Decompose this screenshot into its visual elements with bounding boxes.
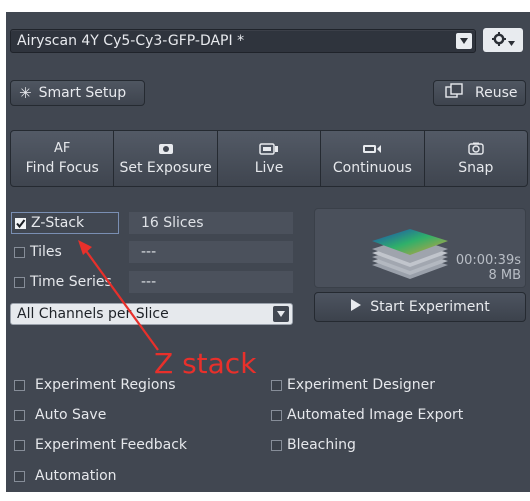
start-experiment-label: Start Experiment (370, 299, 490, 315)
continuous-label: Continuous (332, 159, 412, 176)
automated-image-export-label: Automated Image Export (287, 407, 464, 423)
checkbox-icon (271, 439, 282, 451)
checkbox-icon (271, 409, 282, 421)
annotation-label: Z stack (154, 347, 257, 380)
time-series-field[interactable]: --- (129, 271, 293, 293)
z-stack-slices-field[interactable]: 16 Slices (129, 212, 293, 234)
left-border (0, 0, 6, 501)
preview-size: 8 MB (488, 268, 521, 283)
reuse-label: Reuse (475, 85, 518, 101)
top-border (0, 0, 530, 12)
snap-label: Snap (458, 159, 494, 176)
automated-image-export-checkbox[interactable]: Automated Image Export (271, 404, 463, 426)
experiment-preview: 00:00:39s 8 MB (314, 208, 526, 288)
continuous-button[interactable]: Continuous (321, 131, 425, 186)
sparkle-icon: ✳ (19, 84, 32, 102)
experiment-profile-label: Airyscan 4Y Cy5-Cy3-GFP-DAPI * (17, 33, 245, 49)
reuse-button[interactable]: Reuse (433, 80, 526, 106)
checkbox-icon (14, 246, 25, 258)
checkbox-icon (14, 470, 25, 482)
experiment-designer-checkbox[interactable]: Experiment Designer (271, 374, 435, 396)
chevron-down-icon (456, 33, 472, 49)
bleaching-label: Bleaching (287, 437, 356, 453)
z-stack-layers-icon (370, 227, 450, 287)
channels-mode-label: All Channels per Slice (17, 306, 169, 322)
experiment-designer-label: Experiment Designer (287, 377, 436, 393)
live-button[interactable]: Live (218, 131, 322, 186)
tiles-checkbox[interactable]: Tiles (14, 241, 62, 263)
find-focus-label: Find Focus (25, 159, 99, 176)
camera-icon (158, 142, 174, 156)
play-icon (350, 299, 362, 315)
snap-icon (468, 142, 484, 156)
time-series-value: --- (141, 274, 157, 290)
chevron-down-icon (273, 306, 289, 322)
bleaching-checkbox[interactable]: Bleaching (271, 434, 356, 456)
auto-save-label: Auto Save (35, 407, 107, 423)
checkbox-icon (14, 276, 25, 288)
preview-duration: 00:00:39s (455, 253, 521, 268)
experiment-regions-checkbox[interactable]: Experiment Regions (14, 374, 176, 396)
set-exposure-button[interactable]: Set Exposure (114, 131, 218, 186)
automation-label: Automation (35, 468, 117, 484)
live-label: Live (254, 159, 284, 176)
z-stack-checkbox[interactable]: Z-Stack (11, 212, 119, 234)
settings-menu-button[interactable] (483, 28, 523, 52)
gear-icon (491, 31, 506, 50)
time-series-checkbox[interactable]: Time Series (14, 271, 112, 293)
tiles-value: --- (141, 244, 157, 260)
live-icon (259, 142, 279, 156)
set-exposure-label: Set Exposure (119, 159, 212, 176)
smart-setup-label: Smart Setup (38, 85, 127, 101)
z-stack-label: Z-Stack (31, 215, 85, 231)
bottom-border (0, 492, 530, 501)
smart-setup-button[interactable]: ✳ Smart Setup (10, 80, 145, 106)
auto-save-checkbox[interactable]: Auto Save (14, 404, 106, 426)
tiles-field[interactable]: --- (129, 241, 293, 263)
checkbox-icon (14, 439, 25, 451)
af-icon: AF (54, 141, 71, 156)
checkbox-icon (271, 379, 282, 391)
start-experiment-button[interactable]: Start Experiment (314, 292, 526, 322)
z-stack-slices-value: 16 Slices (141, 215, 204, 231)
automation-checkbox[interactable]: Automation (14, 465, 117, 487)
channels-mode-dropdown[interactable]: All Channels per Slice (10, 303, 293, 325)
checkbox-icon (14, 409, 25, 421)
snap-button[interactable]: Snap (425, 131, 527, 186)
continuous-icon (362, 142, 382, 156)
find-focus-button[interactable]: AF Find Focus (11, 131, 115, 186)
experiment-profile-dropdown[interactable]: Airyscan 4Y Cy5-Cy3-GFP-DAPI * (10, 29, 476, 53)
chevron-down-icon (507, 31, 515, 50)
experiment-feedback-label: Experiment Feedback (35, 437, 188, 453)
checkbox-icon (14, 379, 25, 391)
reuse-icon (445, 83, 465, 103)
tiles-label: Tiles (30, 244, 62, 260)
experiment-feedback-checkbox[interactable]: Experiment Feedback (14, 434, 187, 456)
acquisition-toolbar: AF Find Focus Set Exposure Live Continuo… (10, 130, 528, 187)
time-series-label: Time Series (30, 274, 112, 290)
checkbox-checked-icon (15, 217, 26, 229)
